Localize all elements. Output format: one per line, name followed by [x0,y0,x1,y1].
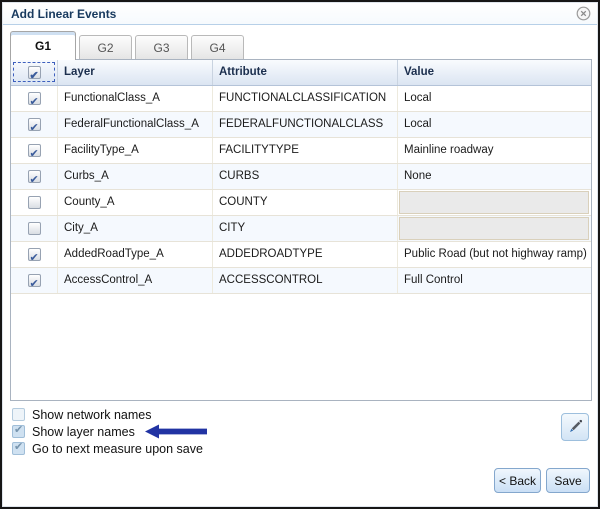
tab-g1[interactable]: G1 [10,31,76,60]
dialog-title: Add Linear Events [11,7,116,21]
column-header-attribute[interactable]: Attribute [213,60,398,85]
cell-value [398,216,591,241]
add-linear-events-dialog: Add Linear Events G1 G2 G3 G4 Layer Attribu… [0,0,600,509]
cell-layer: FederalFunctionalClass_A [58,112,213,137]
row-checkbox[interactable] [28,170,41,183]
checkbox-show-layer-names[interactable] [12,425,25,438]
cell-attribute: ACCESSCONTROL [213,268,398,293]
cell-attribute: COUNTY [213,190,398,215]
cell-layer: Curbs_A [58,164,213,189]
cell-value: Full Control [398,268,591,293]
table-row[interactable]: FacilityType_AFACILITYTYPEMainline roadw… [11,138,591,164]
options-group: Show network names Show layer names Go to… [12,406,209,457]
pencil-icon [567,419,583,435]
tab-g3[interactable]: G3 [135,35,188,59]
checkbox-go-to-next-measure-upon-save[interactable] [12,442,25,455]
row-checkbox[interactable] [28,196,41,209]
tab-g4[interactable]: G4 [191,35,244,59]
table-row[interactable]: AccessControl_AACCESSCONTROLFull Control [11,268,591,294]
row-checkbox-cell [11,190,58,215]
cell-value: Mainline roadway [398,138,591,163]
tab-g2[interactable]: G2 [79,35,132,59]
grid-body: FunctionalClass_AFUNCTIONALCLASSIFICATIO… [11,86,591,294]
empty-value-editor [399,191,589,214]
row-checkbox[interactable] [28,222,41,235]
option-row: Go to next measure upon save [12,440,209,457]
option-label-go-to-next-measure-upon-save: Go to next measure upon save [32,442,203,456]
cell-layer: City_A [58,216,213,241]
option-label-show-network-names: Show network names [32,408,152,422]
option-row: Show network names [12,406,209,423]
tab-strip: G1 G2 G3 G4 [10,31,244,59]
checkbox-show-network-names[interactable] [12,408,25,421]
cell-value: Local [398,112,591,137]
table-row[interactable]: AddedRoadType_AADDEDROADTYPEPublic Road … [11,242,591,268]
column-header-layer[interactable]: Layer [58,60,213,85]
close-icon [576,6,591,21]
arrow-left-icon [145,424,209,439]
close-button[interactable] [576,6,591,21]
empty-value-editor [399,217,589,240]
cell-layer: FacilityType_A [58,138,213,163]
table-row[interactable]: FederalFunctionalClass_AFEDERALFUNCTIONA… [11,112,591,138]
option-label-show-layer-names: Show layer names [32,425,135,439]
cell-layer: AddedRoadType_A [58,242,213,267]
select-all-header-cell [11,60,58,85]
row-checkbox[interactable] [28,248,41,261]
tab-label: G4 [209,41,225,55]
row-checkbox[interactable] [28,144,41,157]
cell-attribute: CITY [213,216,398,241]
column-header-value[interactable]: Value [398,60,591,85]
table-row[interactable]: FunctionalClass_AFUNCTIONALCLASSIFICATIO… [11,86,591,112]
tab-label: G3 [153,41,169,55]
cell-attribute: ADDEDROADTYPE [213,242,398,267]
cell-value [398,190,591,215]
cell-value: Local [398,86,591,111]
back-button[interactable]: < Back [494,468,541,493]
table-row[interactable]: County_ACOUNTY [11,190,591,216]
cell-value: None [398,164,591,189]
table-row[interactable]: Curbs_ACURBSNone [11,164,591,190]
row-checkbox-cell [11,242,58,267]
cell-layer: County_A [58,190,213,215]
grid-header-row: Layer Attribute Value [11,60,591,86]
row-checkbox-cell [11,164,58,189]
cell-attribute: FEDERALFUNCTIONALCLASS [213,112,398,137]
row-checkbox-cell [11,138,58,163]
cell-layer: AccessControl_A [58,268,213,293]
row-checkbox[interactable] [28,274,41,287]
row-checkbox-cell [11,112,58,137]
cell-attribute: FUNCTIONALCLASSIFICATION [213,86,398,111]
edit-button[interactable] [561,413,589,441]
table-row[interactable]: City_ACITY [11,216,591,242]
cell-attribute: CURBS [213,164,398,189]
layers-grid: Layer Attribute Value FunctionalClass_AF… [10,59,592,401]
row-checkbox[interactable] [28,92,41,105]
cell-layer: FunctionalClass_A [58,86,213,111]
cell-value: Public Road (but not highway ramp) [398,242,591,267]
dialog-titlebar: Add Linear Events [3,3,597,25]
row-checkbox-cell [11,268,58,293]
tab-label: G1 [35,39,51,53]
row-checkbox[interactable] [28,118,41,131]
row-checkbox-cell [11,216,58,241]
option-row: Show layer names [12,423,209,440]
select-all-checkbox[interactable] [28,66,41,79]
row-checkbox-cell [11,86,58,111]
save-button[interactable]: Save [546,468,590,493]
cell-attribute: FACILITYTYPE [213,138,398,163]
tab-label: G2 [97,41,113,55]
